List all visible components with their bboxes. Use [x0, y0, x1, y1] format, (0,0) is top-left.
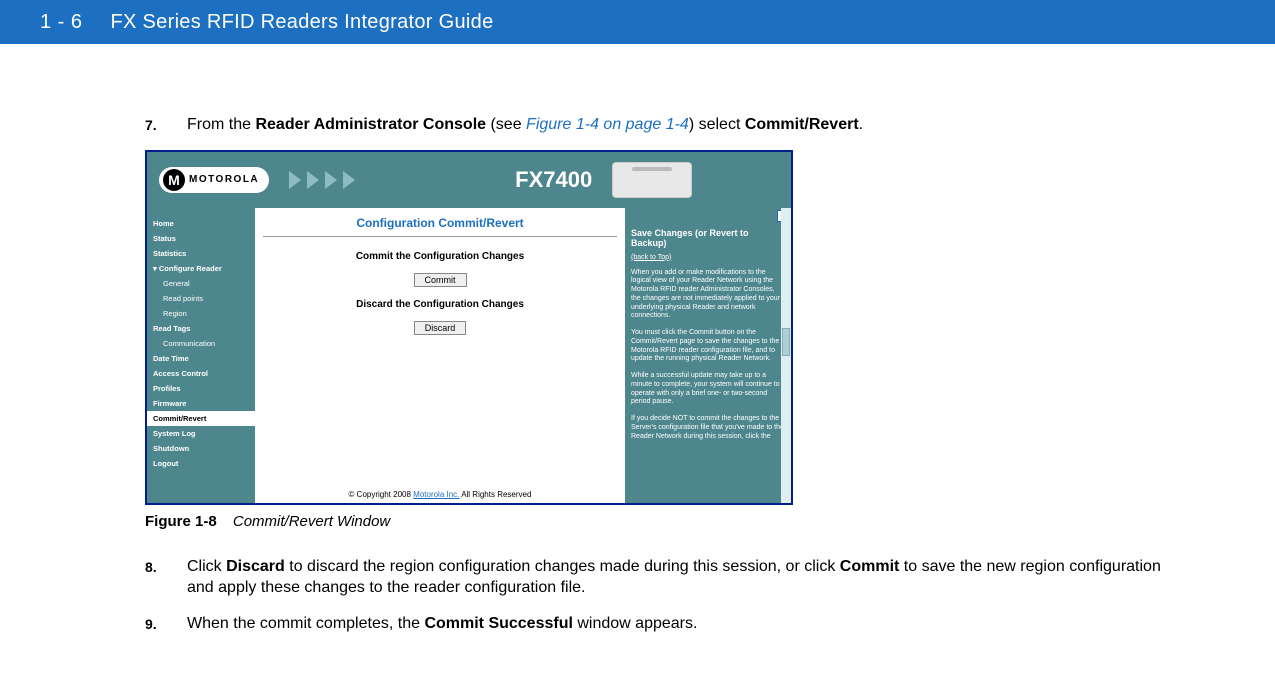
chevron-right-icon: [325, 171, 337, 189]
page-number: 1 - 6: [40, 11, 83, 34]
nav-profiles[interactable]: Profiles: [147, 381, 255, 396]
help-title: Save Changes (or Revert to Backup): [631, 228, 785, 248]
model-label: FX7400: [515, 167, 592, 193]
chevron-right-icon: [307, 171, 319, 189]
logo: M MOTOROLA: [159, 167, 269, 193]
text: to discard the region configuration chan…: [285, 558, 840, 575]
text: From the: [187, 116, 255, 133]
screenshot-body: Home Status Statistics ▾ Configure Reade…: [147, 208, 791, 503]
discard-heading: Discard the Configuration Changes: [263, 299, 617, 310]
nav-region[interactable]: Region: [147, 306, 255, 321]
nav-communication[interactable]: Communication: [147, 336, 255, 351]
nav-home[interactable]: Home: [147, 216, 255, 231]
nav-read-tags[interactable]: Read Tags: [147, 321, 255, 336]
bold-text: Commit Successful: [424, 615, 572, 632]
nav-configure-reader[interactable]: ▾ Configure Reader: [147, 261, 255, 276]
page-header: 1 - 6 FX Series RFID Readers Integrator …: [0, 0, 1275, 44]
text: When the commit completes, the: [187, 615, 424, 632]
sidebar-nav: Home Status Statistics ▾ Configure Reade…: [147, 208, 255, 503]
figure-title: Commit/Revert Window: [233, 513, 390, 530]
commit-button[interactable]: Commit: [414, 273, 467, 287]
bold-text: Reader Administrator Console: [255, 116, 486, 133]
step-9: 9. When the commit completes, the Commit…: [145, 613, 1165, 635]
cross-ref-link[interactable]: Figure 1-4 on page 1-4: [526, 116, 689, 133]
text: (see: [486, 116, 526, 133]
doc-title: FX Series RFID Readers Integrator Guide: [111, 11, 494, 34]
help-para: While a successful update may take up to…: [631, 372, 785, 407]
step-number: 8.: [145, 556, 187, 599]
commit-heading: Commit the Configuration Changes: [263, 251, 617, 262]
text: window appears.: [573, 615, 698, 632]
nav-datetime[interactable]: Date Time: [147, 351, 255, 366]
screenshot-root: M MOTOROLA FX7400 Home Status Statistics: [147, 152, 791, 503]
banner: M MOTOROLA FX7400: [147, 152, 791, 208]
text: © Copyright 2008: [349, 490, 414, 499]
back-to-top-link[interactable]: (back to Top): [631, 254, 785, 261]
step-7: 7. From the Reader Administrator Console…: [145, 114, 1165, 136]
help-para: You must click the Commit button on the …: [631, 329, 785, 364]
figure-label: Figure 1-8: [145, 513, 217, 530]
nav-shutdown[interactable]: Shutdown: [147, 441, 255, 456]
nav-logout[interactable]: Logout: [147, 456, 255, 471]
help-para: When you add or make modifications to th…: [631, 269, 785, 322]
page-content: 7. From the Reader Administrator Console…: [0, 44, 1275, 678]
nav-readpoints[interactable]: Read points: [147, 291, 255, 306]
nav-system-log[interactable]: System Log: [147, 426, 255, 441]
step-text: Click Discard to discard the region conf…: [187, 556, 1165, 599]
nav-status[interactable]: Status: [147, 231, 255, 246]
scrollbar[interactable]: [781, 208, 791, 503]
copyright-footer: © Copyright 2008 Motorola Inc. All Right…: [255, 490, 625, 499]
step-8: 8. Click Discard to discard the region c…: [145, 556, 1165, 599]
help-panel: ? Save Changes (or Revert to Backup) (ba…: [625, 208, 791, 503]
nav-general[interactable]: General: [147, 276, 255, 291]
motorola-icon: M: [163, 169, 185, 191]
figure-screenshot: M MOTOROLA FX7400 Home Status Statistics: [145, 150, 793, 505]
logo-text: MOTOROLA: [189, 174, 259, 185]
discard-button[interactable]: Discard: [414, 321, 467, 335]
scrollbar-thumb[interactable]: [782, 328, 790, 356]
text: Click: [187, 558, 226, 575]
main-panel: Configuration Commit/Revert Commit the C…: [255, 208, 625, 503]
text: ) select: [689, 116, 745, 133]
text: All Rights Reserved: [459, 490, 531, 499]
step-number: 7.: [145, 114, 187, 136]
bold-text: Commit: [840, 558, 900, 575]
figure-caption: Figure 1-8 Commit/Revert Window: [145, 513, 1165, 530]
bold-text: Commit/Revert: [745, 116, 859, 133]
chevron-right-icon: [289, 171, 301, 189]
chevron-right-icon: [343, 171, 355, 189]
step-text: From the Reader Administrator Console (s…: [187, 114, 1165, 136]
step-number: 9.: [145, 613, 187, 635]
step-text: When the commit completes, the Commit Su…: [187, 613, 1165, 635]
nav-commit-revert[interactable]: Commit/Revert: [147, 411, 255, 426]
nav-access-control[interactable]: Access Control: [147, 366, 255, 381]
bold-text: Discard: [226, 558, 285, 575]
device-image: [612, 162, 692, 198]
motorola-link[interactable]: Motorola Inc.: [413, 490, 459, 499]
help-para: If you decide NOT to commit the changes …: [631, 415, 785, 441]
chevron-decor: [289, 171, 355, 189]
nav-statistics[interactable]: Statistics: [147, 246, 255, 261]
text: .: [859, 116, 863, 133]
panel-title: Configuration Commit/Revert: [263, 216, 617, 237]
nav-firmware[interactable]: Firmware: [147, 396, 255, 411]
